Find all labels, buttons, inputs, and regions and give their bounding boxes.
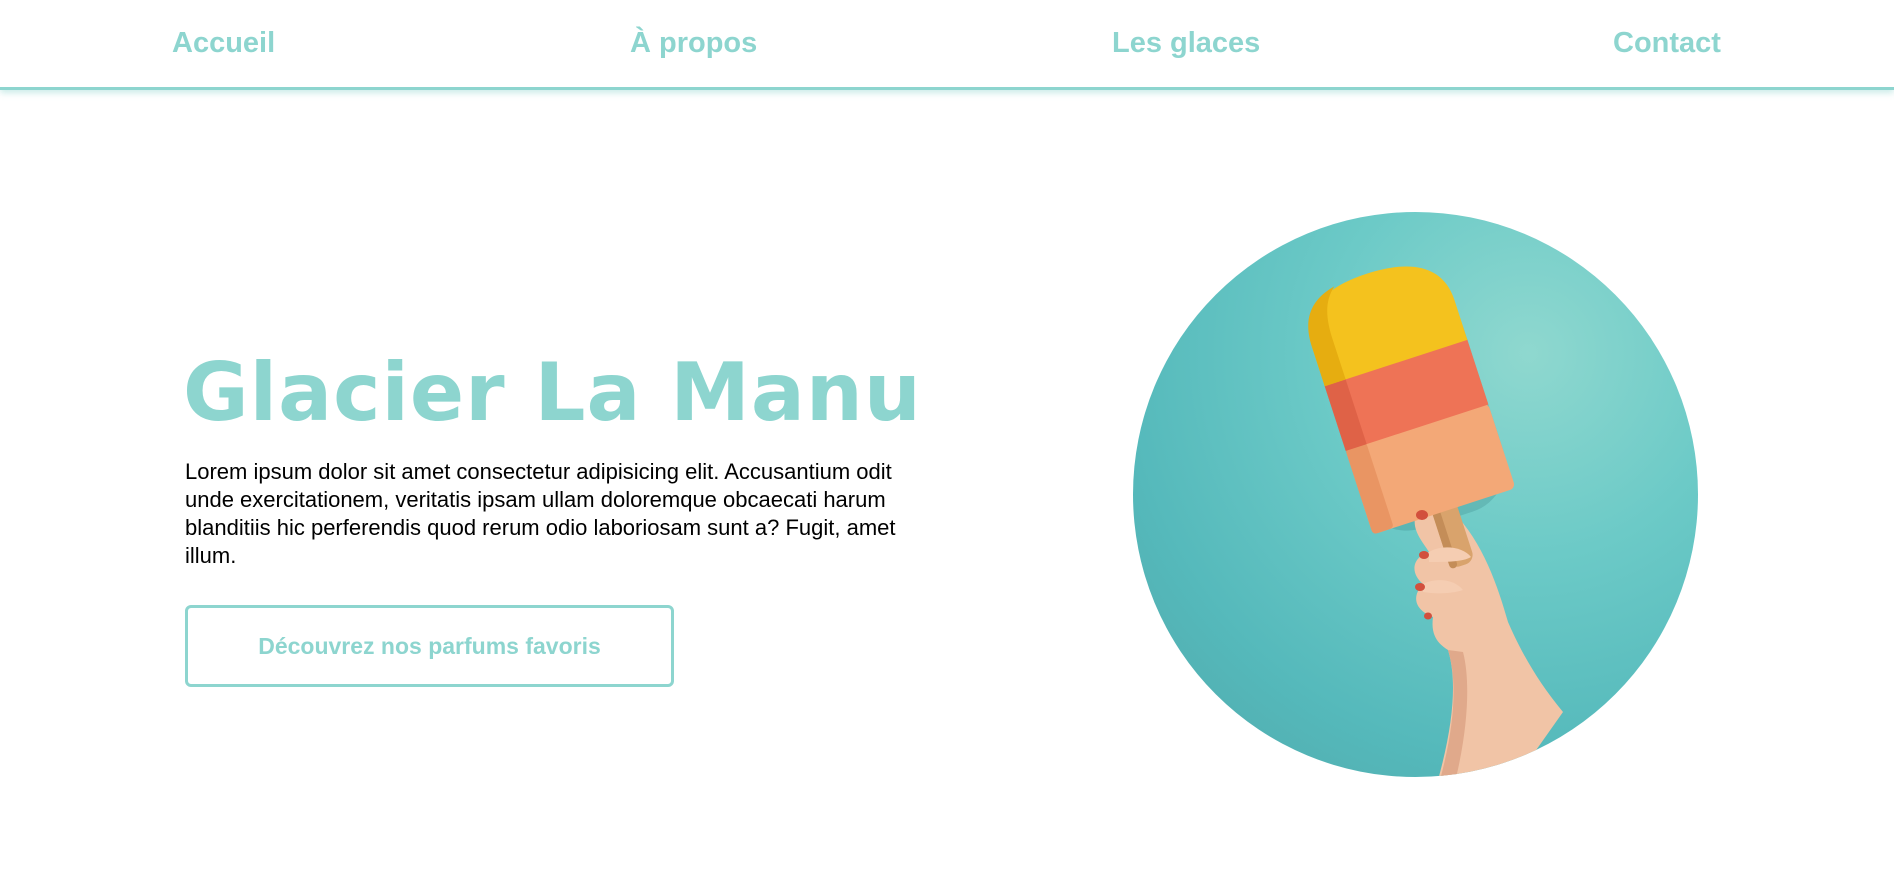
- discover-flavors-button[interactable]: Découvrez nos parfums favoris: [185, 605, 674, 687]
- hero-description: Lorem ipsum dolor sit amet consectetur a…: [185, 459, 896, 568]
- nav-link-les-glaces[interactable]: Les glaces: [1112, 27, 1260, 60]
- popsicle-illustration: [1308, 266, 1563, 777]
- popsicle-image: [1133, 212, 1698, 777]
- top-navigation: Accueil À propos Les glaces Contact: [0, 0, 1894, 90]
- nav-link-contact[interactable]: Contact: [1613, 27, 1721, 60]
- hero-title: Glacier La Manu: [183, 346, 922, 439]
- nav-link-a-propos[interactable]: À propos: [630, 27, 757, 60]
- nav-link-accueil[interactable]: Accueil: [172, 27, 275, 60]
